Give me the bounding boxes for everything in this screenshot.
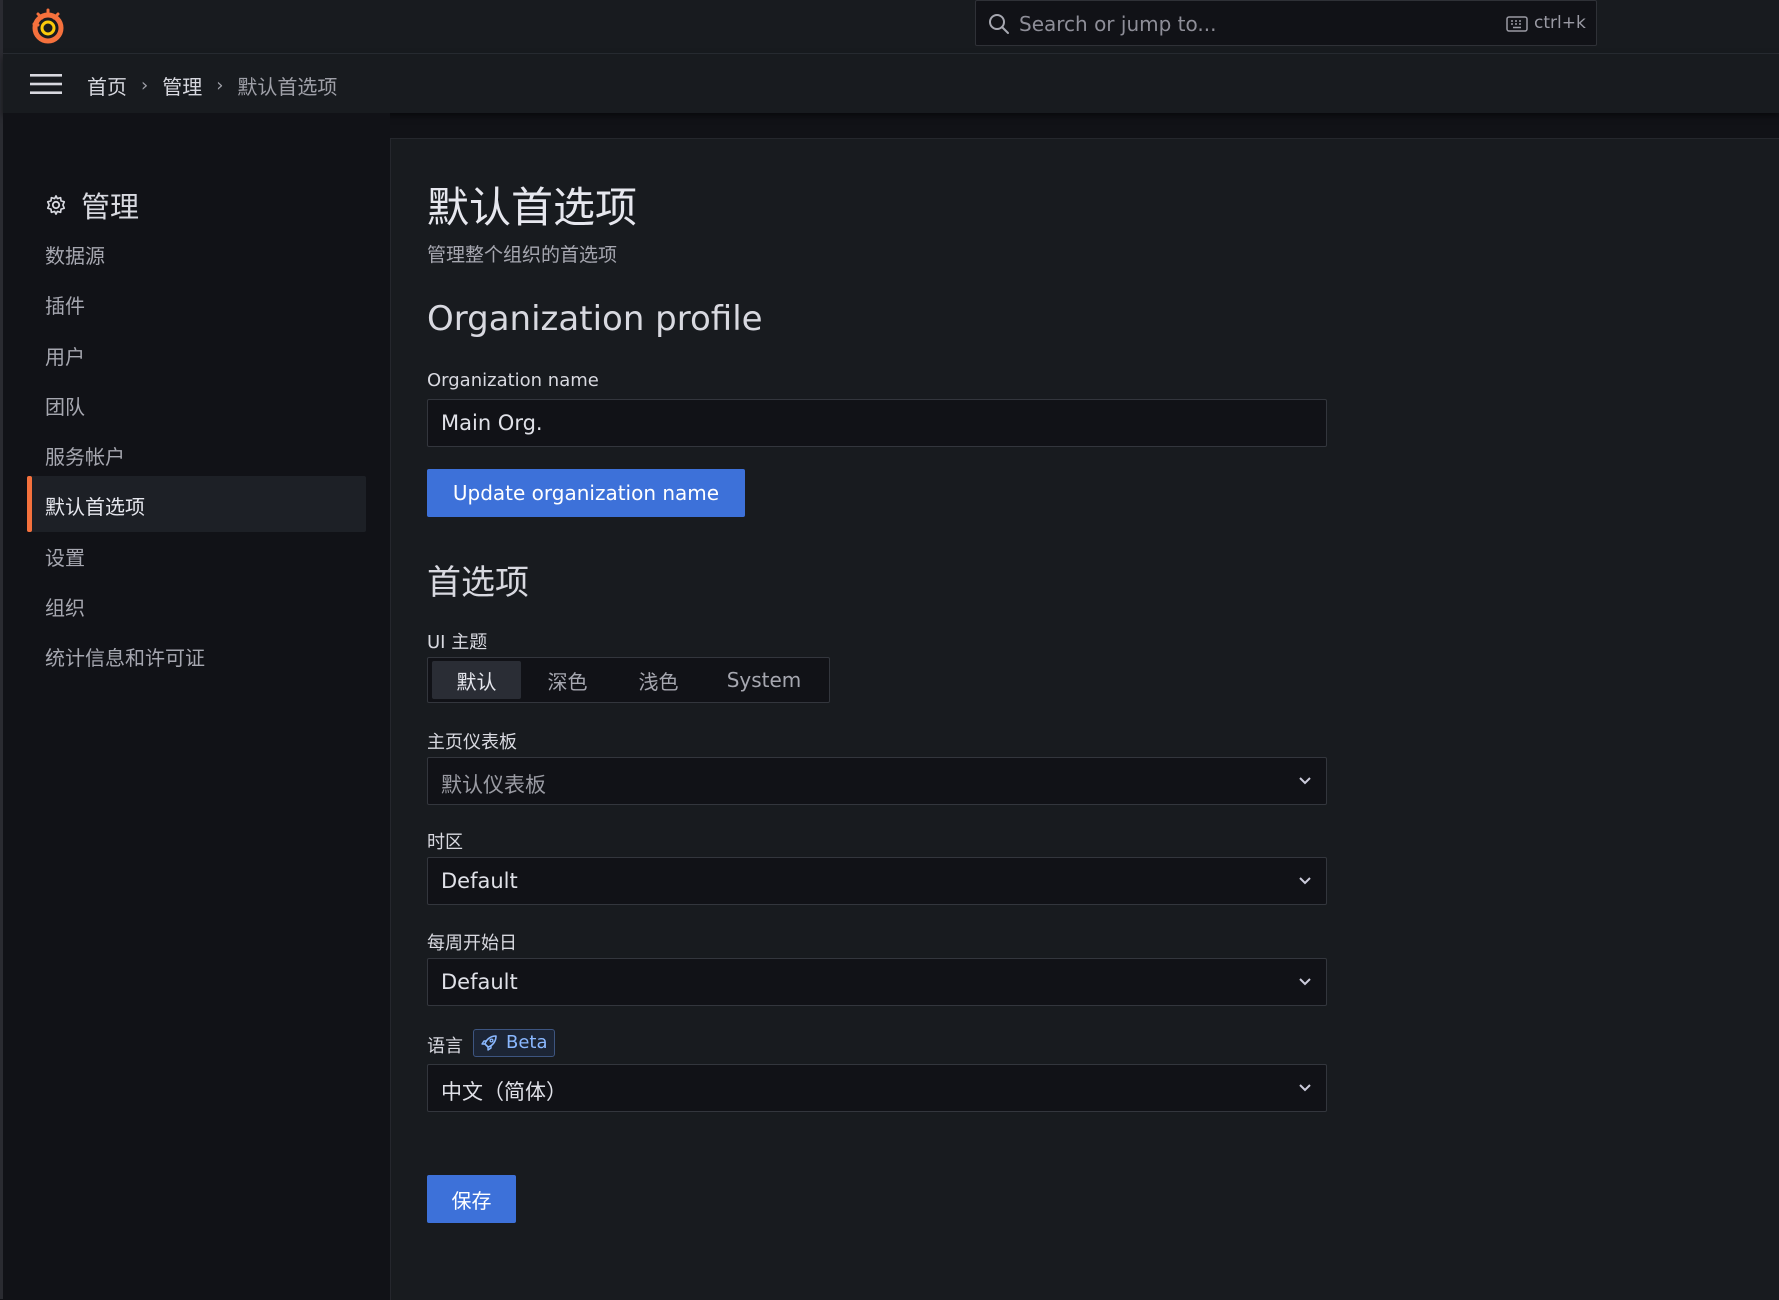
breadcrumb-admin[interactable]: 管理 xyxy=(162,71,202,100)
sidebar-item-label: 统计信息和许可证 xyxy=(45,646,205,670)
sidebar-item-plugins[interactable]: 插件 xyxy=(27,275,366,331)
ui-theme-label: UI 主题 xyxy=(427,632,488,653)
org-name-value: Main Org. xyxy=(441,411,543,435)
sidebar-item-label: 设置 xyxy=(45,546,85,570)
active-indicator xyxy=(27,476,32,532)
breadcrumb-bar: 首页 › 管理 › 默认首选项 xyxy=(3,54,1779,113)
sidebar-item-label: 默认首选项 xyxy=(45,495,145,519)
gear-icon xyxy=(46,195,66,215)
chevron-down-icon xyxy=(1299,978,1311,986)
week-start-label: 每周开始日 xyxy=(427,933,517,954)
sidebar-item-settings[interactable]: 设置 xyxy=(27,527,366,583)
sidebar: 管理 数据源 插件 用户 团队 服务帐户 默认首选项 设置 组织 统计信息和许可… xyxy=(3,113,390,1299)
org-profile-heading: Organization profile xyxy=(427,299,763,339)
home-dashboard-label: 主页仪表板 xyxy=(427,732,517,753)
top-bar: Search or jump to... ctrl+k xyxy=(3,0,1779,54)
page-title: 默认首选项 xyxy=(427,183,638,232)
home-dashboard-placeholder: 默认仪表板 xyxy=(441,773,546,797)
timezone-select[interactable]: Default xyxy=(427,857,1327,905)
breadcrumb-current: 默认首选项 xyxy=(237,75,338,99)
rocket-icon xyxy=(481,1035,497,1051)
chevron-right-icon: › xyxy=(141,75,149,96)
breadcrumb: 首页 › 管理 › 默认首选项 xyxy=(87,71,337,100)
sidebar-item-label: 服务帐户 xyxy=(45,445,125,469)
language-value: 中文（简体） xyxy=(441,1080,567,1104)
sidebar-item-label: 用户 xyxy=(45,345,85,369)
chevron-down-icon xyxy=(1299,777,1311,785)
beta-badge: Beta xyxy=(473,1029,555,1057)
sidebar-item-users[interactable]: 用户 xyxy=(27,326,366,382)
theme-option-light[interactable]: 浅色 xyxy=(614,661,703,699)
search-shortcut: ctrl+k xyxy=(1534,13,1586,33)
theme-option-default[interactable]: 默认 xyxy=(432,661,521,699)
search-icon xyxy=(989,14,1009,34)
page-subtitle: 管理整个组织的首选项 xyxy=(427,244,618,266)
week-start-value: Default xyxy=(441,970,518,994)
org-name-label: Organization name xyxy=(427,370,599,391)
sidebar-item-label: 数据源 xyxy=(45,244,105,268)
grafana-logo-icon[interactable] xyxy=(28,6,68,46)
chevron-down-icon xyxy=(1299,877,1311,885)
sidebar-item-orgs[interactable]: 组织 xyxy=(27,577,366,633)
theme-option-system[interactable]: System xyxy=(705,661,823,699)
language-select[interactable]: 中文（简体） xyxy=(427,1064,1327,1112)
chevron-down-icon xyxy=(1299,1084,1311,1092)
breadcrumb-home[interactable]: 首页 xyxy=(87,71,127,100)
sidebar-item-teams[interactable]: 团队 xyxy=(27,376,366,432)
sidebar-item-label: 插件 xyxy=(45,294,85,318)
timezone-label: 时区 xyxy=(427,832,463,853)
home-dashboard-select[interactable]: 默认仪表板 xyxy=(427,757,1327,805)
beta-badge-label: Beta xyxy=(506,1032,548,1053)
ui-theme-radio-group: 默认 深色 浅色 System xyxy=(427,657,830,703)
week-start-select[interactable]: Default xyxy=(427,958,1327,1006)
sidebar-item-label: 组织 xyxy=(45,596,85,620)
search-bar[interactable]: Search or jump to... ctrl+k xyxy=(975,0,1597,46)
sidebar-item-stats-license[interactable]: 统计信息和许可证 xyxy=(27,627,366,683)
update-org-name-button[interactable]: Update organization name xyxy=(427,469,745,517)
chevron-right-icon: › xyxy=(216,75,224,96)
sidebar-title-label: 管理 xyxy=(81,190,140,224)
sidebar-item-service-accounts[interactable]: 服务帐户 xyxy=(27,426,366,482)
preferences-heading: 首选项 xyxy=(427,563,529,603)
hamburger-menu-icon[interactable] xyxy=(30,74,62,94)
sidebar-item-label: 团队 xyxy=(45,395,85,419)
language-label: 语言 xyxy=(427,1036,463,1057)
org-name-input[interactable]: Main Org. xyxy=(427,399,1327,447)
keyboard-icon xyxy=(1506,16,1528,32)
timezone-value: Default xyxy=(441,869,518,893)
search-placeholder: Search or jump to... xyxy=(1019,12,1217,36)
main-panel: 默认首选项 管理整个组织的首选项 Organization profile Or… xyxy=(390,138,1779,1300)
sidebar-item-default-preferences[interactable]: 默认首选项 xyxy=(27,476,366,532)
sidebar-title: 管理 xyxy=(45,184,139,226)
sidebar-item-datasources[interactable]: 数据源 xyxy=(27,225,366,281)
theme-option-dark[interactable]: 深色 xyxy=(523,661,612,699)
save-button[interactable]: 保存 xyxy=(427,1175,516,1223)
